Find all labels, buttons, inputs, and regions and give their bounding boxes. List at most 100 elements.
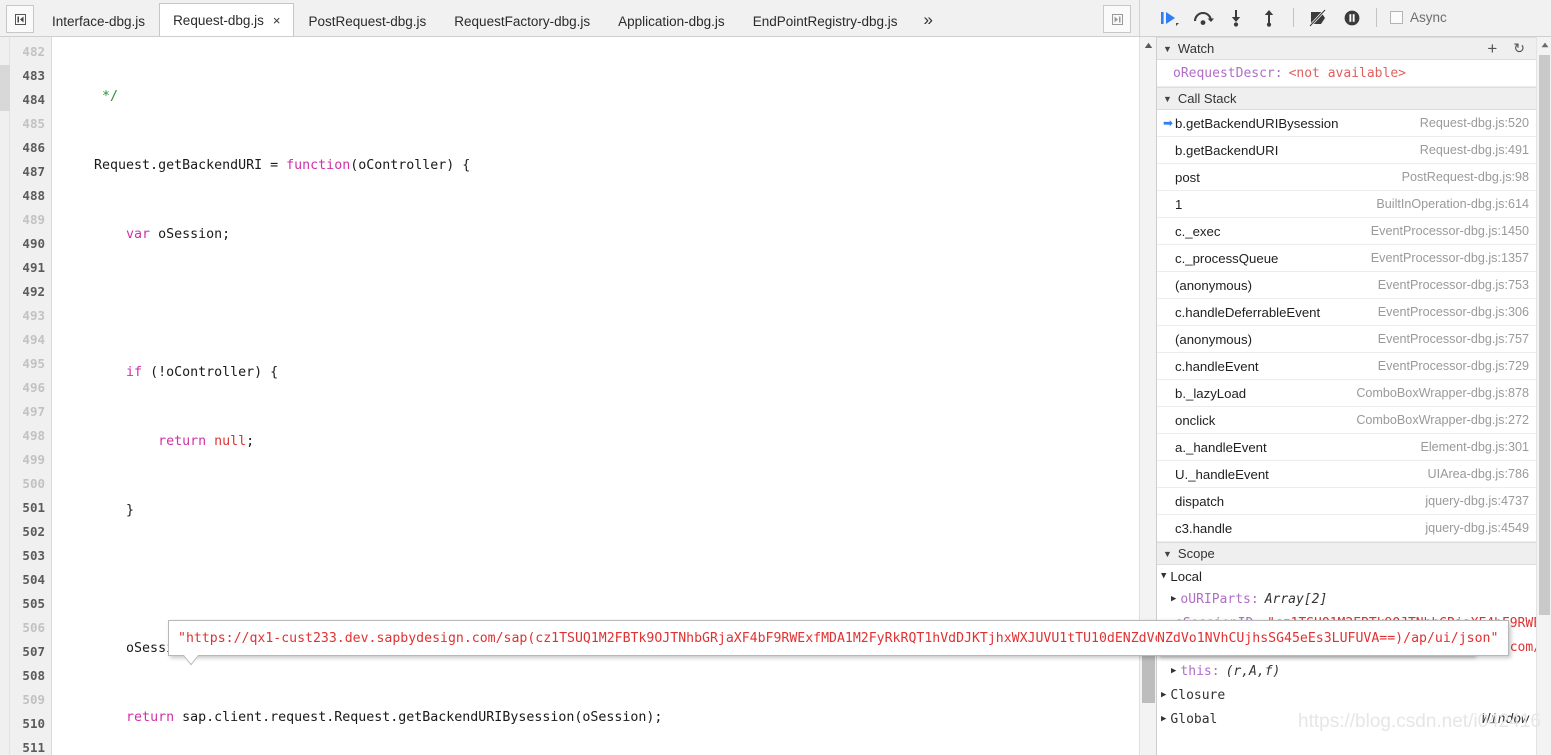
chevron-down-icon[interactable]: ▼ bbox=[1161, 571, 1166, 581]
code-line-486[interactable]: if (!oController) { bbox=[52, 361, 1156, 385]
tab-request-dbg[interactable]: Request-dbg.js × bbox=[159, 3, 295, 36]
tab-requestfactory-dbg[interactable]: RequestFactory-dbg.js bbox=[440, 6, 604, 36]
line-number[interactable]: 486 bbox=[10, 136, 51, 160]
step-out-button[interactable] bbox=[1253, 3, 1284, 32]
code-line-485[interactable] bbox=[52, 292, 1156, 316]
side-pane-scrollbar[interactable] bbox=[1536, 37, 1551, 755]
side-pane-scroll-thumb[interactable] bbox=[1539, 55, 1550, 615]
call-stack-row[interactable]: U._handleEvent UIArea-dbg.js:786 bbox=[1157, 461, 1551, 488]
watch-section-header[interactable]: ▼ Watch + ↻ bbox=[1157, 37, 1551, 60]
code-line-483[interactable]: Request.getBackendURI = function(oContro… bbox=[52, 154, 1156, 178]
line-number[interactable]: 504 bbox=[10, 568, 51, 592]
call-stack-row[interactable]: ➡ b.getBackendURIBysession Request-dbg.j… bbox=[1157, 110, 1551, 137]
resume-button[interactable] bbox=[1154, 3, 1185, 32]
call-stack-row[interactable]: post PostRequest-dbg.js:98 bbox=[1157, 164, 1551, 191]
line-number[interactable]: 508 bbox=[10, 664, 51, 688]
call-stack-row[interactable]: a._handleEvent Element-dbg.js:301 bbox=[1157, 434, 1551, 461]
line-number[interactable]: 507 bbox=[10, 640, 51, 664]
call-stack-row[interactable]: b.getBackendURI Request-dbg.js:491 bbox=[1157, 137, 1551, 164]
line-number[interactable]: 488 bbox=[10, 184, 51, 208]
line-number[interactable]: 493 bbox=[10, 304, 51, 328]
pause-on-exceptions-button[interactable] bbox=[1336, 3, 1367, 32]
expand-arrow-icon[interactable]: ▶ bbox=[1171, 594, 1176, 604]
call-stack-section-header[interactable]: ▼ Call Stack bbox=[1157, 87, 1551, 110]
line-number[interactable]: 510 bbox=[10, 712, 51, 736]
code-line-482[interactable]: */ bbox=[52, 85, 1156, 109]
tab-label: RequestFactory-dbg.js bbox=[454, 14, 591, 29]
scope-local-header[interactable]: ▼ Local bbox=[1157, 565, 1551, 587]
line-number[interactable]: 498 bbox=[10, 424, 51, 448]
watch-entry-name: oRequestDescr: bbox=[1173, 65, 1283, 81]
expand-arrow-icon[interactable]: ▶ bbox=[1161, 714, 1166, 724]
scope-row-global[interactable]: ▶ Global Window bbox=[1157, 707, 1551, 731]
line-number[interactable]: 511 bbox=[10, 736, 51, 755]
line-number[interactable]: 500 bbox=[10, 472, 51, 496]
scroll-up-arrow-icon[interactable] bbox=[1537, 37, 1551, 53]
deactivate-breakpoints-button[interactable] bbox=[1303, 3, 1334, 32]
line-number[interactable]: 495 bbox=[10, 352, 51, 376]
line-number[interactable]: 484 bbox=[10, 88, 51, 112]
tab-overflow-button[interactable]: » bbox=[912, 6, 945, 36]
line-number[interactable]: 485 bbox=[10, 112, 51, 136]
line-number[interactable]: 482 bbox=[10, 40, 51, 64]
scope-section-header[interactable]: ▼ Scope bbox=[1157, 542, 1551, 565]
line-number[interactable]: 499 bbox=[10, 448, 51, 472]
scope-row-closure[interactable]: ▶ Closure bbox=[1157, 683, 1551, 707]
call-stack-row[interactable]: b._lazyLoad ComboBoxWrapper-dbg.js:878 bbox=[1157, 380, 1551, 407]
line-number[interactable]: 489 bbox=[10, 208, 51, 232]
call-stack-row[interactable]: c._exec EventProcessor-dbg.js:1450 bbox=[1157, 218, 1551, 245]
code-line-484[interactable]: var oSession; bbox=[52, 223, 1156, 247]
line-number[interactable]: 494 bbox=[10, 328, 51, 352]
chevron-down-icon[interactable]: ▼ bbox=[1163, 44, 1172, 54]
tab-close-icon[interactable]: × bbox=[273, 14, 281, 27]
line-number[interactable]: 505 bbox=[10, 592, 51, 616]
line-number[interactable]: 491 bbox=[10, 256, 51, 280]
tab-nav-right-button[interactable] bbox=[1103, 5, 1131, 33]
watch-entry-row[interactable]: oRequestDescr: <not available> bbox=[1157, 60, 1551, 87]
line-number[interactable]: 483 bbox=[10, 64, 51, 88]
code-line-488[interactable]: } bbox=[52, 499, 1156, 523]
tab-nav-left-button[interactable] bbox=[6, 5, 34, 33]
code-line-487[interactable]: return null; bbox=[52, 430, 1156, 454]
line-number[interactable]: 506 bbox=[10, 616, 51, 640]
call-stack-row[interactable]: 1 BuiltInOperation-dbg.js:614 bbox=[1157, 191, 1551, 218]
line-number[interactable]: 487 bbox=[10, 160, 51, 184]
call-stack-row[interactable]: (anonymous) EventProcessor-dbg.js:753 bbox=[1157, 272, 1551, 299]
call-stack-row[interactable]: dispatch jquery-dbg.js:4737 bbox=[1157, 488, 1551, 515]
scope-row[interactable]: ▶ this: (r,A,f) bbox=[1157, 659, 1551, 683]
line-number[interactable]: 490 bbox=[10, 232, 51, 256]
editor-left-handle[interactable] bbox=[0, 65, 10, 111]
code-line-489[interactable] bbox=[52, 568, 1156, 592]
scope-row[interactable]: ▶ oURIParts: Array[2] bbox=[1157, 587, 1551, 611]
line-number[interactable]: 503 bbox=[10, 544, 51, 568]
call-stack-row[interactable]: c.handleDeferrableEvent EventProcessor-d… bbox=[1157, 299, 1551, 326]
expand-arrow-icon[interactable]: ▶ bbox=[1171, 666, 1176, 676]
line-number[interactable]: 502 bbox=[10, 520, 51, 544]
tab-endpointregistry-dbg[interactable]: EndPointRegistry-dbg.js bbox=[739, 6, 912, 36]
line-number[interactable]: 501 bbox=[10, 496, 51, 520]
code-line-491[interactable]: return sap.client.request.Request.getBac… bbox=[52, 706, 1156, 730]
scroll-up-arrow-icon[interactable] bbox=[1140, 37, 1156, 54]
call-stack-row[interactable]: c.handleEvent EventProcessor-dbg.js:729 bbox=[1157, 353, 1551, 380]
plus-icon[interactable]: + bbox=[1487, 40, 1497, 57]
tab-postrequest-dbg[interactable]: PostRequest-dbg.js bbox=[294, 6, 440, 36]
line-number[interactable]: 497 bbox=[10, 400, 51, 424]
async-checkbox[interactable] bbox=[1390, 11, 1403, 24]
tab-interface-dbg[interactable]: Interface-dbg.js bbox=[38, 6, 159, 36]
call-stack-row[interactable]: onclick ComboBoxWrapper-dbg.js:272 bbox=[1157, 407, 1551, 434]
async-toggle[interactable]: Async bbox=[1390, 10, 1447, 25]
expand-arrow-icon[interactable]: ▶ bbox=[1161, 690, 1166, 700]
step-over-button[interactable] bbox=[1187, 3, 1218, 32]
line-number[interactable]: 496 bbox=[10, 376, 51, 400]
tab-application-dbg[interactable]: Application-dbg.js bbox=[604, 6, 739, 36]
refresh-icon[interactable]: ↻ bbox=[1513, 40, 1525, 57]
step-into-button[interactable] bbox=[1220, 3, 1251, 32]
line-number-gutter[interactable]: 482 483 484 485 486 487 488 489 490 491 … bbox=[10, 37, 52, 755]
call-stack-row[interactable]: c3.handle jquery-dbg.js:4549 bbox=[1157, 515, 1551, 542]
line-number[interactable]: 509 bbox=[10, 688, 51, 712]
chevron-down-icon[interactable]: ▼ bbox=[1163, 94, 1172, 104]
chevron-down-icon[interactable]: ▼ bbox=[1163, 549, 1172, 559]
line-number[interactable]: 492 bbox=[10, 280, 51, 304]
call-stack-row[interactable]: (anonymous) EventProcessor-dbg.js:757 bbox=[1157, 326, 1551, 353]
call-stack-row[interactable]: c._processQueue EventProcessor-dbg.js:13… bbox=[1157, 245, 1551, 272]
